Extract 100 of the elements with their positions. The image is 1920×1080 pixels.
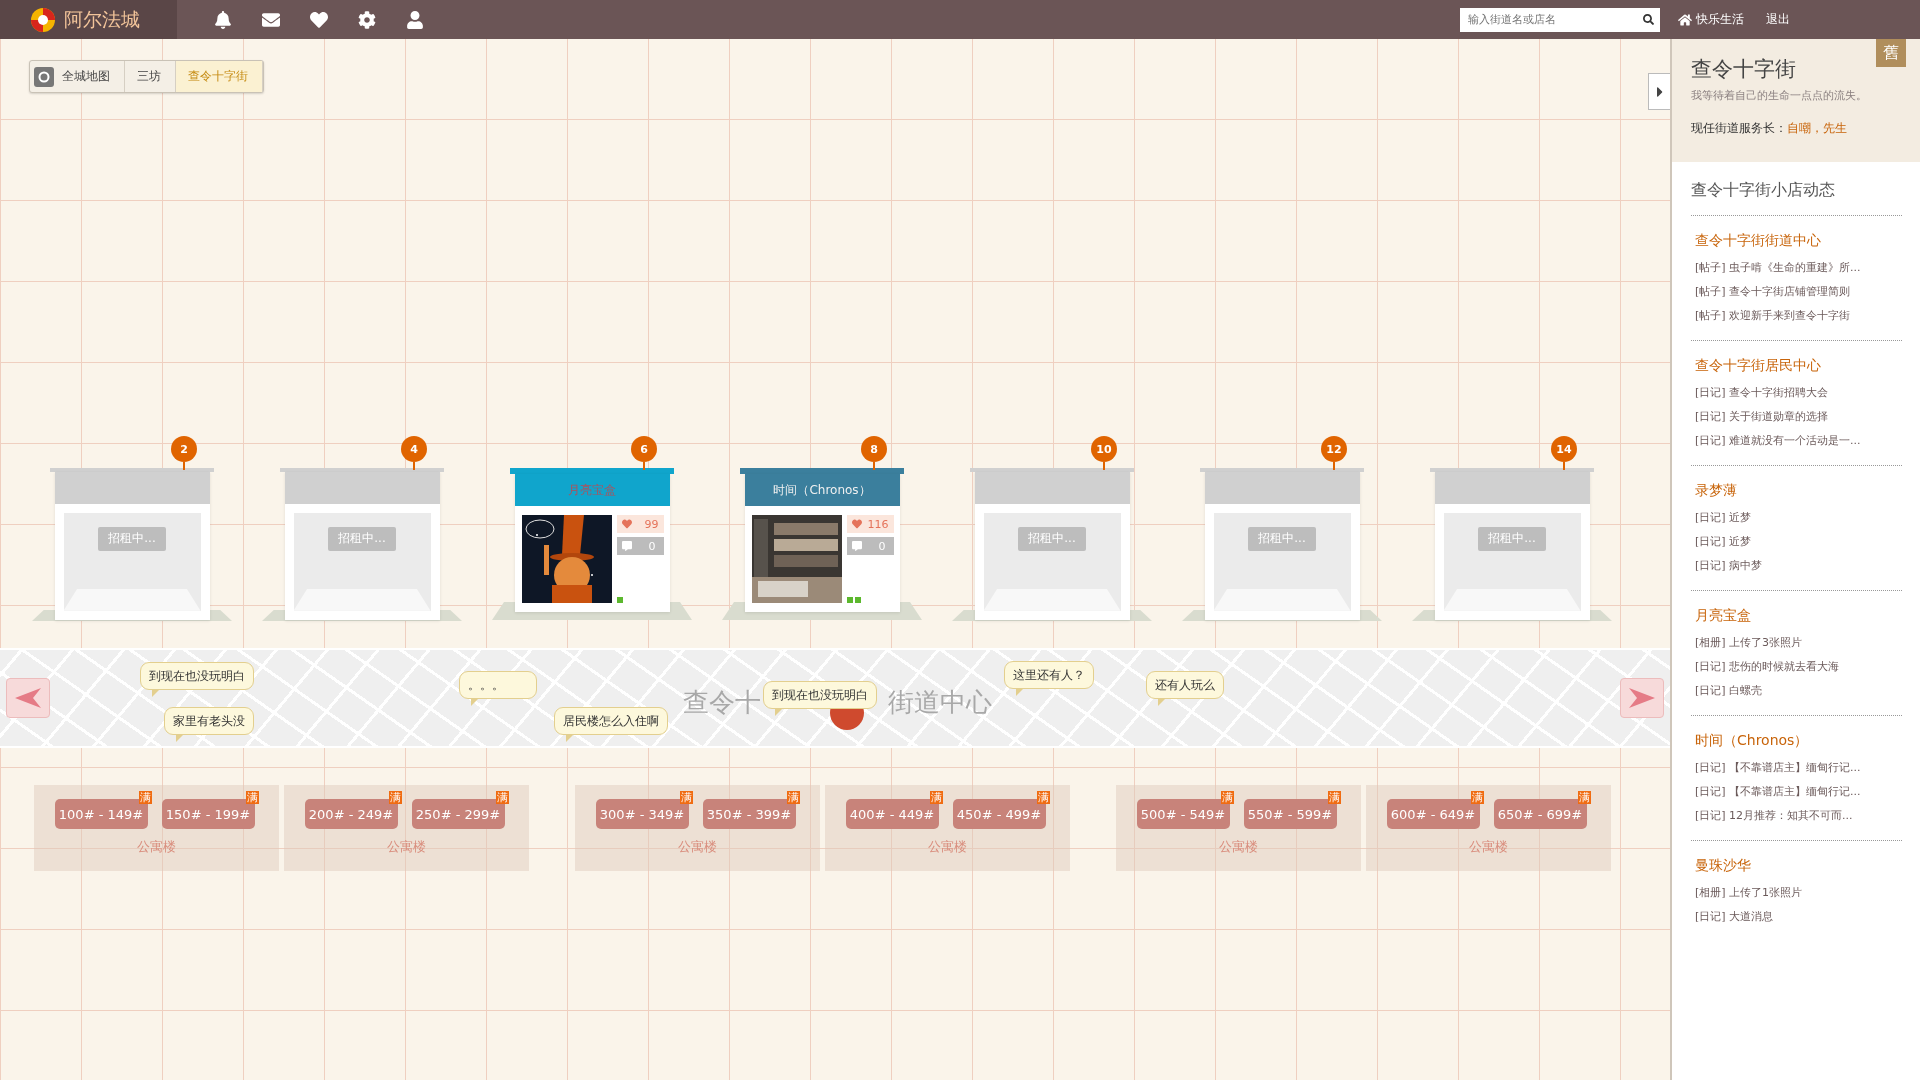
apartment-label: 公寓楼	[137, 838, 176, 856]
bell-icon[interactable]	[214, 10, 232, 29]
speech-bubble: 到现在也没玩明白	[140, 661, 255, 690]
home-link[interactable]: 快乐生活	[1678, 11, 1744, 28]
bubble-tail	[1015, 687, 1024, 696]
shop-front[interactable]: 时间（Chronos） 116 0	[744, 474, 900, 612]
for-rent-sign: 招租中...	[328, 526, 396, 551]
search-field[interactable]: 输入街道名或店名	[1460, 7, 1660, 32]
heart-icon	[621, 519, 632, 529]
bubble-tail	[471, 698, 480, 707]
bubble-tail	[152, 688, 161, 697]
feed-item[interactable]: [帖子] 查令十字街店铺管理简则	[1695, 280, 1902, 304]
shop-number-pin: 6	[631, 436, 657, 470]
feed-item[interactable]: [日记] 难道就没有一个活动是一...	[1695, 429, 1902, 453]
feed-item[interactable]: [相册] 上传了1张照片	[1695, 881, 1902, 905]
full-badge: 满	[388, 791, 402, 804]
comments-count: 0	[616, 537, 664, 555]
feed-item[interactable]: [日记] 病中梦	[1695, 554, 1902, 578]
full-badge: 满	[1036, 791, 1050, 804]
shop-number-pin: 4	[401, 436, 427, 470]
manager-link[interactable]: 自嘲，先生	[1787, 120, 1847, 137]
feed-item[interactable]: [日记] 大道消息	[1695, 905, 1902, 929]
street-motto: 我等待着自己的生命一点点的流失。	[1691, 88, 1868, 103]
feed-item[interactable]: [日记] 查令十字街招聘大会	[1695, 381, 1902, 405]
likes-count: 99	[616, 515, 664, 533]
shop-number-pin: 2	[171, 436, 197, 470]
full-badge: 满	[679, 791, 693, 804]
feed-item[interactable]: [相册] 上传了3张照片	[1695, 631, 1902, 655]
site-title: 阿尔法城	[64, 6, 140, 32]
feed-item[interactable]: [日记] 悲伤的时候就去看大海	[1695, 655, 1902, 679]
bubble-tail	[566, 733, 575, 742]
for-rent-sign: 招租中...	[1248, 526, 1316, 551]
heart-icon[interactable]	[310, 10, 328, 29]
for-rent-sign: 招租中...	[98, 526, 166, 551]
apartment-label: 公寓楼	[678, 838, 717, 856]
mail-icon[interactable]	[262, 10, 280, 29]
shop-name[interactable]: 时间（Chronos）	[773, 481, 871, 499]
full-badge: 满	[929, 791, 943, 804]
shop-front[interactable]: 月亮宝盒 99 0	[514, 474, 670, 612]
speech-bubble: 。。。	[459, 671, 538, 700]
shop-link[interactable]: 查令十字街街道中心	[1695, 232, 1902, 250]
shop-link[interactable]: 录梦薄	[1695, 482, 1902, 500]
bubble-tail	[175, 733, 184, 742]
breadcrumb-item[interactable]: 全城地图	[30, 61, 125, 92]
logo-icon	[30, 6, 56, 33]
breadcrumb-item[interactable]: 查令十字街	[176, 61, 263, 92]
shop-number-pin: 10	[1091, 436, 1117, 470]
heart-icon	[851, 519, 862, 529]
feed-item[interactable]: [日记] 白螺壳	[1695, 679, 1902, 703]
feed-title: 查令十字街小店动态	[1691, 180, 1902, 216]
status-dots-icon	[846, 597, 861, 603]
manager-label: 现任街道服务长：	[1691, 120, 1787, 137]
speech-bubble: 这里还有人？	[1003, 660, 1094, 689]
apartment-label: 公寓楼	[928, 838, 967, 856]
user-icon[interactable]	[406, 10, 424, 29]
full-badge: 满	[1327, 791, 1341, 804]
for-rent-sign: 招租中...	[1478, 526, 1546, 551]
bubble-tail	[1157, 698, 1166, 707]
logout-link[interactable]: 退出	[1766, 11, 1790, 28]
shop-link[interactable]: 曼珠沙华	[1695, 857, 1902, 875]
speech-bubble: 居民楼怎么入住啊	[554, 706, 669, 735]
home-icon	[1678, 12, 1692, 27]
apartment-label: 公寓楼	[387, 838, 426, 856]
shop-link[interactable]: 时间（Chronos）	[1695, 732, 1902, 750]
collapse-button[interactable]	[1648, 73, 1670, 110]
full-badge: 满	[495, 791, 509, 804]
street-label: 查令十	[683, 685, 761, 719]
right-arrow-icon	[1629, 688, 1655, 708]
apartment-label: 公寓楼	[1469, 838, 1508, 856]
shop-link[interactable]: 月亮宝盒	[1695, 607, 1902, 625]
for-rent-sign: 招租中...	[1018, 526, 1086, 551]
speech-bubble: 家里有老头没	[163, 706, 254, 735]
full-badge: 满	[138, 791, 152, 804]
shop-number-pin: 12	[1321, 436, 1347, 470]
feed-item[interactable]: [日记] 近梦	[1695, 506, 1902, 530]
shop-number-pin: 8	[861, 436, 887, 470]
full-badge: 满	[245, 791, 259, 804]
street-title: 查令十字街	[1691, 56, 1797, 83]
shop-number-pin: 14	[1551, 436, 1577, 470]
status-dots-icon	[616, 597, 623, 603]
feed-item[interactable]: [日记] 近梦	[1695, 530, 1902, 554]
full-badge: 满	[1470, 791, 1484, 804]
left-arrow-icon	[15, 688, 41, 708]
feed-item[interactable]: [日记] 12月推荐：知其不可而...	[1695, 804, 1902, 828]
settings-icon[interactable]	[358, 10, 376, 29]
shop-link[interactable]: 查令十字街居民中心	[1695, 357, 1902, 375]
full-badge: 满	[1577, 791, 1591, 804]
comment-icon	[851, 541, 862, 551]
feed-item[interactable]: [日记] 关于街道勋章的选择	[1695, 405, 1902, 429]
comments-count: 0	[846, 537, 894, 555]
feed-item[interactable]: [日记] 【不靠谱店主】缅甸行记...	[1695, 756, 1902, 780]
street-label: 街道中心	[888, 685, 992, 719]
full-badge: 满	[1220, 791, 1234, 804]
feed-item[interactable]: [帖子] 虫子啃《生命的重建》所...	[1695, 256, 1902, 280]
bubble-tail	[775, 707, 784, 716]
search-icon[interactable]	[1643, 14, 1654, 25]
feed-item[interactable]: [帖子] 欢迎新手来到查令十字街	[1695, 304, 1902, 328]
feed-item[interactable]: [日记] 【不靠谱店主】缅甸行记...	[1695, 780, 1902, 804]
speech-bubble: 还有人玩么	[1145, 671, 1224, 700]
old-badge[interactable]: 舊	[1876, 39, 1906, 67]
